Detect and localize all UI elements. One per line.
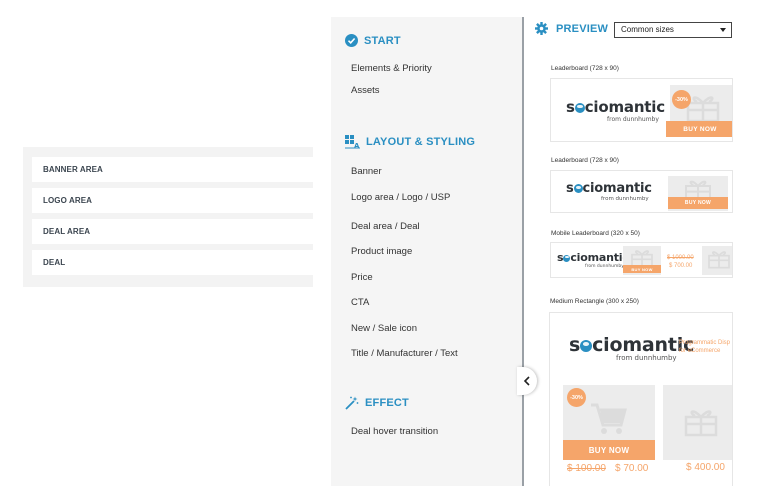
check-circle-icon <box>345 34 358 47</box>
ad-preview-mobile-leaderboard: s ciomantic from dunnhumby BUY NOW $ 1000… <box>550 242 733 278</box>
section-effect-title: EFFECT <box>365 397 409 409</box>
brand-name-start: s <box>569 334 581 356</box>
price-new: $ 70.00 <box>615 463 649 474</box>
collapse-panel-button[interactable] <box>517 367 537 395</box>
ad-tagline-1: Programmatic Disp <box>679 340 731 346</box>
gift-icon <box>684 410 718 437</box>
price-2: $ 400.00 <box>686 462 725 473</box>
nav-item-deal-area[interactable]: Deal area / Deal <box>351 221 420 232</box>
price-new: $ 700.00 <box>669 263 693 269</box>
nav-item-price[interactable]: Price <box>351 272 373 283</box>
dropdown-caret-icon <box>720 28 726 32</box>
brand-tagline: from dunnhumby <box>607 116 659 123</box>
section-layout-header[interactable]: A LAYOUT & STYLING <box>345 135 475 149</box>
product-image-2 <box>663 385 732 460</box>
buy-now-button[interactable]: BUY NOW <box>563 440 655 460</box>
brand-logo: s ciomantic <box>569 334 694 356</box>
area-item-deal-area[interactable]: DEAL AREA <box>32 219 313 244</box>
nav-item-deal-hover-transition[interactable]: Deal hover transition <box>351 426 438 437</box>
preview-title: PREVIEW <box>556 22 609 35</box>
buy-now-button[interactable]: BUY NOW <box>666 121 732 137</box>
brand-tagline: from dunnhumby <box>616 354 677 362</box>
section-start-title: START <box>364 34 401 47</box>
ad-label-mobile-leaderboard: Mobile Leaderboard (320 x 50) <box>551 230 640 237</box>
gift-icon <box>708 251 730 269</box>
area-item-logo[interactable]: LOGO AREA <box>32 188 313 213</box>
ad-label-medium-rectangle: Medium Rectangle (300 x 250) <box>550 298 639 305</box>
brand-logo: s ciomantic <box>557 251 629 264</box>
layout-icon: A <box>345 135 360 149</box>
brand-logo: s ciomantic <box>566 181 652 196</box>
nav-item-banner[interactable]: Banner <box>351 166 382 177</box>
preview-header: PREVIEW <box>535 22 608 35</box>
panel-divider <box>522 17 524 486</box>
brand-logo: s ciomantic <box>566 98 665 116</box>
sale-badge: -30% <box>672 90 691 109</box>
nav-item-title-manufacturer-text[interactable]: Title / Manufacturer / Text <box>351 348 458 359</box>
section-start-header[interactable]: START <box>345 34 401 47</box>
nav-item-elements-priority[interactable]: Elements & Priority <box>351 63 432 74</box>
chevron-left-icon <box>523 376 530 386</box>
settings-nav: START Elements & Priority Assets A LAYOU… <box>331 17 523 486</box>
nav-item-logo-area[interactable]: Logo area / Logo / USP <box>351 192 450 203</box>
nav-item-cta[interactable]: CTA <box>351 297 369 308</box>
size-select-value: Common sizes <box>621 25 674 34</box>
gear-icon <box>535 22 548 35</box>
ad-label-leaderboard-2: Leaderboard (728 x 90) <box>551 157 619 164</box>
ad-tagline-2: for eCommerce <box>679 348 721 354</box>
nav-item-assets[interactable]: Assets <box>351 85 380 96</box>
ad-preview-leaderboard-1: s ciomantic from dunnhumby -30% BUY NOW <box>550 78 733 142</box>
sale-badge: -30% <box>567 388 586 407</box>
brand-name-start: s <box>566 98 575 116</box>
nav-item-new-sale-icon[interactable]: New / Sale icon <box>351 323 417 334</box>
size-select[interactable]: Common sizes <box>614 22 732 38</box>
buy-now-button[interactable]: BUY NOW <box>623 265 661 273</box>
buy-now-button[interactable]: BUY NOW <box>668 197 728 209</box>
ad-preview-medium-rectangle: s ciomantic from dunnhumby Programmatic D… <box>549 312 733 486</box>
section-effect-header[interactable]: EFFECT <box>345 396 409 410</box>
area-list-panel: BANNER AREA LOGO AREA DEAL AREA DEAL <box>23 147 313 287</box>
price-old: $ 100.00 <box>567 463 606 474</box>
brand-name-start: s <box>566 181 574 196</box>
magic-wand-icon <box>345 396 359 410</box>
nav-item-product-image[interactable]: Product image <box>351 246 412 257</box>
brand-name-end: ciomantic <box>584 98 665 116</box>
ad-preview-leaderboard-2: s ciomantic from dunnhumby BUY NOW <box>550 170 733 213</box>
brand-tagline: from dunnhumby <box>601 196 649 202</box>
brand-tagline: from dunnhumby <box>585 264 624 269</box>
shopping-cart-icon <box>591 403 627 434</box>
section-layout-title: LAYOUT & STYLING <box>366 136 476 148</box>
brand-name-end: ciomantic <box>570 251 629 264</box>
area-item-deal[interactable]: DEAL <box>32 250 313 275</box>
area-item-banner[interactable]: BANNER AREA <box>32 157 313 182</box>
ad-label-leaderboard-1: Leaderboard (728 x 90) <box>551 65 619 72</box>
price-old: $ 1000.00 <box>667 255 694 261</box>
product-image-2 <box>702 246 732 275</box>
brand-name-end: ciomantic <box>582 181 652 196</box>
